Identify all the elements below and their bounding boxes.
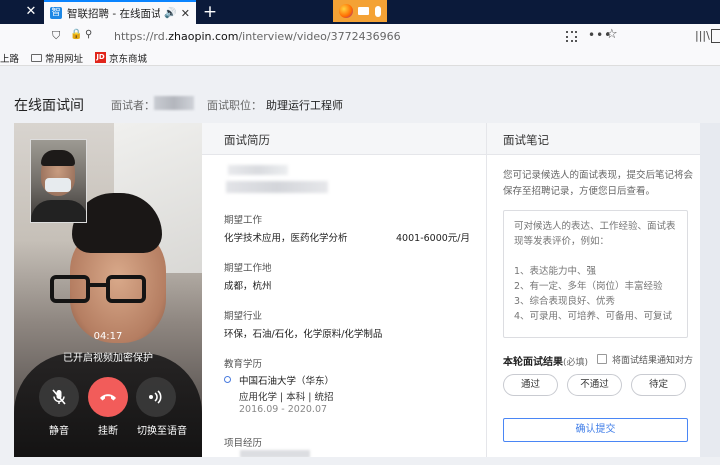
notes-header: 面试笔记 <box>487 123 701 155</box>
page-header: 在线面试间 面试者： 面试职位： 助理运行工程师 <box>0 66 720 124</box>
expected-industry-label: 期望行业 <box>224 311 263 322</box>
education-dates: 2016.09 - 2020.07 <box>239 404 328 415</box>
position-info: 面试职位： 助理运行工程师 <box>207 99 343 112</box>
firefox-icon <box>338 4 353 18</box>
notify-label[interactable]: 将面试结果通知对方 <box>612 353 693 366</box>
pip-mask <box>45 178 71 192</box>
interviewer-label: 面试者： <box>111 99 155 112</box>
encryption-notice: 已开启视频加密保护 <box>63 353 153 364</box>
glasses <box>90 283 106 287</box>
expected-job-value: 化学技术应用，医药化学分析 <box>224 233 348 244</box>
candidate-info-blurred <box>226 181 328 193</box>
position-value: 助理运行工程师 <box>266 99 343 112</box>
jd-logo-icon: JD <box>95 52 107 63</box>
glasses <box>50 275 90 303</box>
lock-icon[interactable]: 🔒 <box>70 29 82 40</box>
phone-hangup-icon <box>100 394 116 401</box>
pip-hair <box>41 150 75 166</box>
expected-salary: 4001-6000元/月 <box>396 233 470 244</box>
notes-description: 您可记录候选人的面试表现，提交后笔记将会保存至招聘记录，方便您日后查看。 <box>503 170 694 197</box>
speaker-icon[interactable]: 🔊 <box>164 8 176 19</box>
mute-button[interactable] <box>39 377 79 417</box>
notes-panel: 面试笔记 您可记录候选人的面试表现，提交后笔记将会保存至招聘记录，方便您日后查看… <box>486 123 701 457</box>
education-label: 教育学历 <box>224 359 263 370</box>
permissions-icon[interactable]: ⚲ <box>85 29 92 40</box>
expected-job-label: 期望工作 <box>224 215 263 226</box>
microphone-icon <box>375 5 382 17</box>
new-tab-plus-icon[interactable]: + <box>200 1 220 23</box>
switch-voice-button[interactable] <box>136 377 176 417</box>
page-title: 在线面试间 <box>14 98 84 114</box>
candidate-name-blurred <box>228 165 288 175</box>
resume-panel[interactable]: 面试简历 期望工作 化学技术应用，医药化学分析 4001-6000元/月 期望工… <box>202 123 486 457</box>
bookmarks-bar: 上路 常用网址 JD 京东商城 <box>0 50 720 66</box>
interview-page: 在线面试间 面试者： 面试职位：助理运行工程师 04:17 已开启视频加密保护 <box>0 66 720 465</box>
pass-button[interactable]: 通过 <box>503 374 558 396</box>
browser-tabbar: ✕ 智 智联招聘 - 在线面试间 🔊 ✕ + <box>0 0 720 24</box>
notes-textarea[interactable] <box>503 210 688 338</box>
zhaopin-favicon-icon: 智 <box>50 7 62 19</box>
glasses <box>106 275 146 303</box>
bookmark-item[interactable]: 常用网址 <box>31 51 83 65</box>
expected-location-label: 期望工作地 <box>224 263 272 274</box>
interviewer-name-blurred <box>154 96 194 110</box>
bookmark-item[interactable]: JD 京东商城 <box>95 51 147 65</box>
hangup-label: 挂断 <box>98 426 118 437</box>
result-label: 本轮面试结果(必填) <box>503 357 589 368</box>
project-experience-label: 项目经历 <box>224 438 263 449</box>
shield-icon[interactable]: ⛉ <box>52 29 60 43</box>
project-blurred <box>240 450 310 457</box>
browser-navbar: ⛉ 🔒 ⚲ https://rd.zhaopin.com/interview/v… <box>0 24 720 50</box>
resume-title: 面试简历 <box>224 133 270 147</box>
page-margin <box>700 123 720 457</box>
expected-location-value: 成都，杭州 <box>224 281 272 292</box>
library-icon[interactable]: |||\ <box>695 29 710 42</box>
expected-industry-value: 环保，石油/石化，化学原料/化学制品 <box>224 329 383 340</box>
sound-waves-icon <box>149 390 162 404</box>
self-view-pip[interactable] <box>30 139 87 223</box>
switch-voice-label: 切换至语音 <box>137 426 187 437</box>
url-bar[interactable]: ⛉ 🔒 ⚲ https://rd.zhaopin.com/interview/v… <box>48 26 624 48</box>
microphone-off-icon <box>52 389 66 405</box>
browser-tab-active[interactable]: 智 智联招聘 - 在线面试间 🔊 ✕ <box>44 0 196 24</box>
resume-header: 面试简历 <box>202 123 486 155</box>
pip-body <box>31 200 86 222</box>
timeline-dot-icon <box>224 376 231 383</box>
call-timer: 04:17 <box>93 331 123 342</box>
fail-button[interactable]: 不通过 <box>567 374 622 396</box>
tab-title: 智联招聘 - 在线面试间 <box>67 7 161 20</box>
notes-title: 面试笔记 <box>503 133 549 147</box>
sidebar-icon[interactable] <box>711 29 720 43</box>
pending-button[interactable]: 待定 <box>631 374 686 396</box>
folder-icon <box>31 53 43 62</box>
close-icon[interactable]: ✕ <box>22 3 40 21</box>
url-text[interactable]: https://rd.zhaopin.com/interview/video/3… <box>114 30 401 43</box>
qr-code-icon[interactable] <box>566 31 577 42</box>
education-major: 应用化学 | 本科 | 统招 <box>239 392 334 403</box>
bookmark-item[interactable]: 上路 <box>0 51 19 65</box>
camera-icon <box>358 7 370 15</box>
education-school: 中国石油大学（华东） <box>239 376 335 387</box>
sharing-indicator[interactable] <box>333 0 387 22</box>
hangup-button[interactable] <box>88 377 128 417</box>
close-tab-icon[interactable]: ✕ <box>181 7 190 20</box>
bookmark-star-icon[interactable]: ☆ <box>606 27 618 42</box>
submit-button[interactable]: 确认提交 <box>503 418 688 442</box>
video-panel: 04:17 已开启视频加密保护 静音 挂断 切换至语音 <box>14 123 202 457</box>
notify-checkbox[interactable] <box>597 354 607 364</box>
mute-label: 静音 <box>49 426 69 437</box>
